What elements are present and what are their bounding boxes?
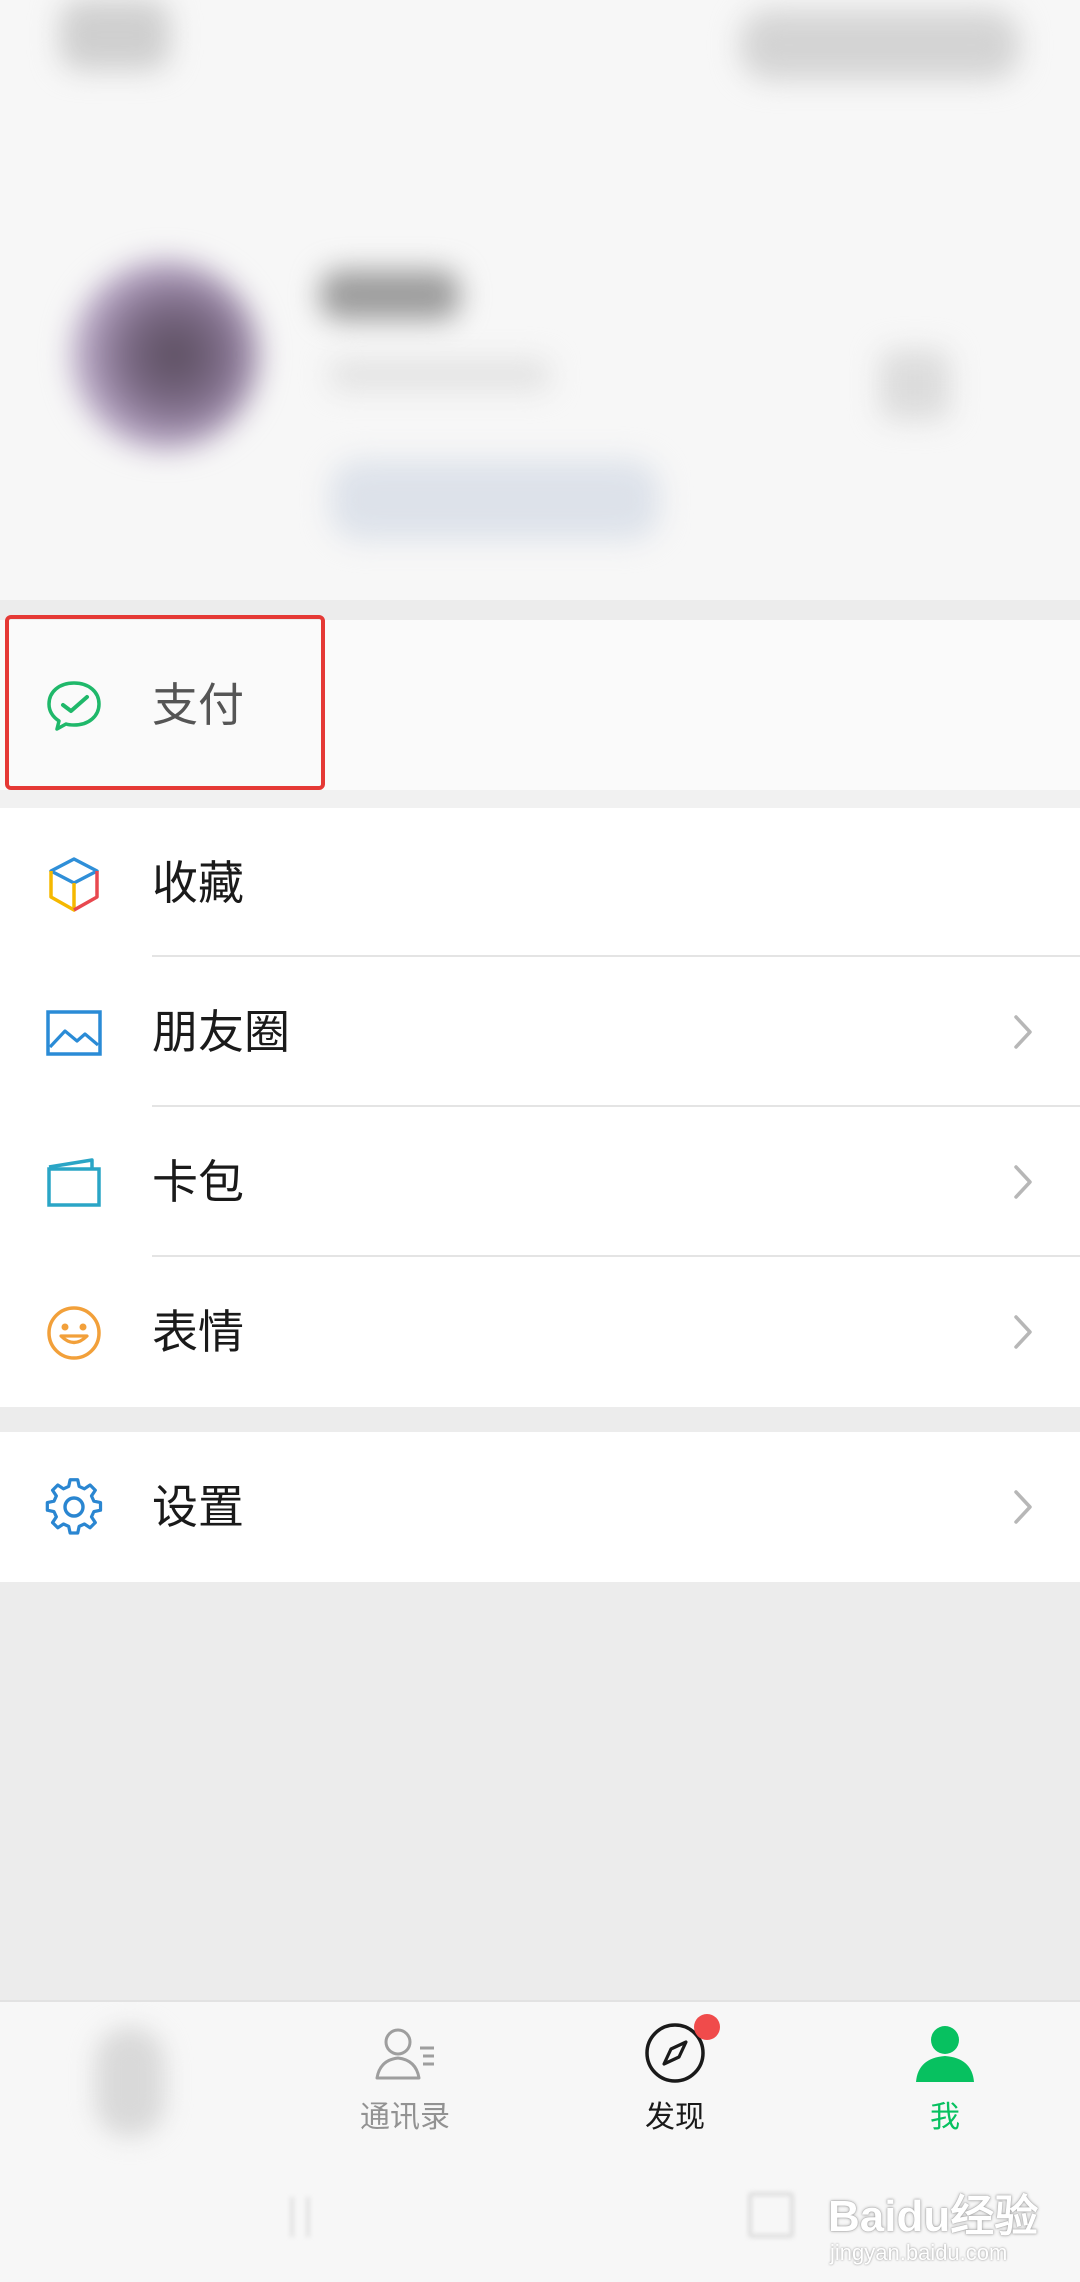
tab-label: 我 (930, 2100, 960, 2135)
menu-item-favorites[interactable]: 收藏 (0, 808, 1080, 958)
tab-label: 通讯录 (360, 2100, 450, 2135)
nickname-blurred (320, 270, 460, 320)
menu-item-label: 朋友圈 (152, 1005, 290, 1059)
qr-code-icon[interactable] (880, 350, 950, 420)
chevron-right-icon (1012, 1314, 1034, 1350)
chevron-right-icon (1012, 1489, 1034, 1525)
tab-contacts[interactable]: 通讯录 (270, 2002, 540, 2152)
annotation-highlight-box (5, 615, 325, 790)
avatar[interactable] (70, 260, 260, 450)
gear-icon (44, 1478, 104, 1538)
wechat-id-blurred (330, 360, 550, 390)
watermark-url: jingyan.baidu.com (830, 2240, 1008, 2265)
menu-item-label: 表情 (152, 1305, 244, 1359)
smiley-face-icon (44, 1303, 104, 1363)
me-person-icon (914, 2022, 976, 2084)
status-blurred[interactable] (330, 460, 660, 540)
watermark-logo: Baidu经验 (828, 2192, 1039, 2241)
tab-chats[interactable] (0, 2002, 270, 2152)
menu-item-label: 设置 (152, 1480, 244, 1534)
chevron-right-icon (1012, 1164, 1034, 1200)
menu-item-label: 收藏 (152, 856, 244, 910)
favorites-cube-icon (44, 854, 104, 914)
notification-badge-dot (694, 2014, 720, 2040)
tab-label: 发现 (645, 2100, 705, 2135)
chats-icon (95, 2027, 165, 2137)
nav-recents-icon[interactable] (290, 2197, 310, 2237)
blurred-top-actions (740, 10, 1020, 80)
contacts-icon (374, 2022, 436, 2084)
menu-item-card-wallet[interactable]: 卡包 (0, 1107, 1080, 1257)
chevron-right-icon (1012, 1014, 1034, 1050)
menu-item-stickers[interactable]: 表情 (0, 1257, 1080, 1407)
moments-picture-icon (44, 1003, 104, 1063)
menu-item-label: 卡包 (152, 1155, 244, 1209)
tab-me[interactable]: 我 (810, 2002, 1080, 2152)
profile-header[interactable] (0, 0, 1080, 600)
section-divider (0, 790, 1080, 808)
blurred-status-area (60, 0, 170, 70)
menu-item-moments[interactable]: 朋友圈 (0, 957, 1080, 1107)
card-wallet-icon (44, 1153, 104, 1213)
menu-item-settings[interactable]: 设置 (0, 1432, 1080, 1582)
tab-discover[interactable]: 发现 (540, 2002, 810, 2152)
nav-square-icon[interactable] (748, 2192, 794, 2238)
